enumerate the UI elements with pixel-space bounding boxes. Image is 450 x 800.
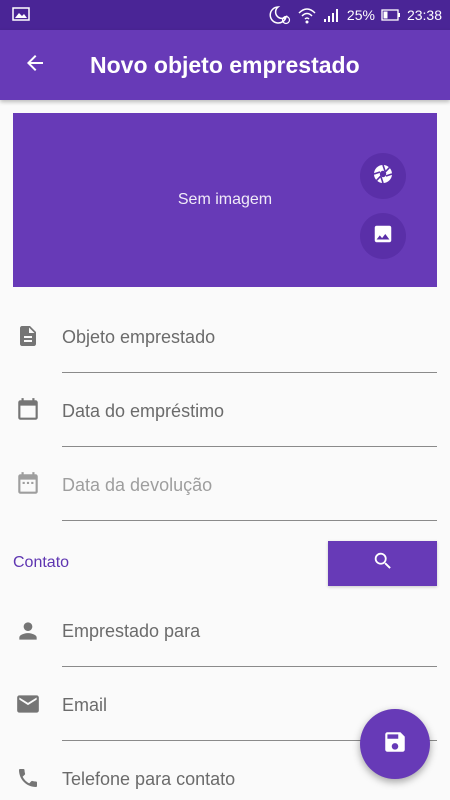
moon-alarm-icon bbox=[269, 5, 291, 25]
calendar-icon bbox=[14, 396, 42, 424]
clock: 23:38 bbox=[406, 7, 442, 23]
battery-icon bbox=[381, 8, 401, 22]
battery-percent: 25% bbox=[346, 7, 375, 23]
arrow-back-icon bbox=[23, 51, 47, 80]
contact-section-label: Contato bbox=[13, 554, 70, 571]
loan-date-input[interactable] bbox=[62, 399, 437, 423]
no-image-text: Sem imagem bbox=[177, 191, 273, 208]
object-input[interactable] bbox=[62, 325, 437, 349]
image-panel: Sem imagem bbox=[13, 113, 437, 287]
app-bar: Novo objeto emprestado bbox=[0, 30, 450, 100]
save-icon bbox=[382, 729, 408, 760]
status-bar: 25% 23:38 bbox=[0, 0, 450, 30]
camera-button[interactable] bbox=[360, 153, 406, 199]
lent-to-underline bbox=[62, 666, 437, 667]
save-fab-button[interactable] bbox=[360, 709, 430, 779]
page-title: Novo objeto emprestado bbox=[90, 51, 360, 78]
gallery-button[interactable] bbox=[360, 213, 406, 259]
email-icon bbox=[14, 690, 42, 718]
search-contact-button[interactable] bbox=[328, 541, 437, 586]
signal-icon bbox=[323, 7, 341, 23]
return-date-underline bbox=[62, 520, 437, 521]
return-date-field-row bbox=[0, 448, 450, 522]
loan-date-field-row bbox=[0, 374, 450, 448]
object-field-row bbox=[0, 300, 450, 374]
object-underline bbox=[62, 372, 437, 373]
loan-date-underline bbox=[62, 446, 437, 447]
lent-to-field-row bbox=[0, 594, 450, 668]
lent-to-input[interactable] bbox=[62, 619, 437, 643]
phone-icon bbox=[14, 764, 42, 792]
back-button[interactable] bbox=[0, 30, 70, 100]
image-icon bbox=[12, 6, 30, 24]
gallery-icon bbox=[372, 223, 394, 250]
return-date-input[interactable] bbox=[62, 473, 437, 497]
document-icon bbox=[14, 322, 42, 350]
person-icon bbox=[14, 617, 42, 645]
camera-icon bbox=[371, 162, 395, 191]
wifi-icon bbox=[297, 6, 317, 24]
search-icon bbox=[372, 550, 394, 577]
calendar-icon bbox=[14, 470, 42, 498]
